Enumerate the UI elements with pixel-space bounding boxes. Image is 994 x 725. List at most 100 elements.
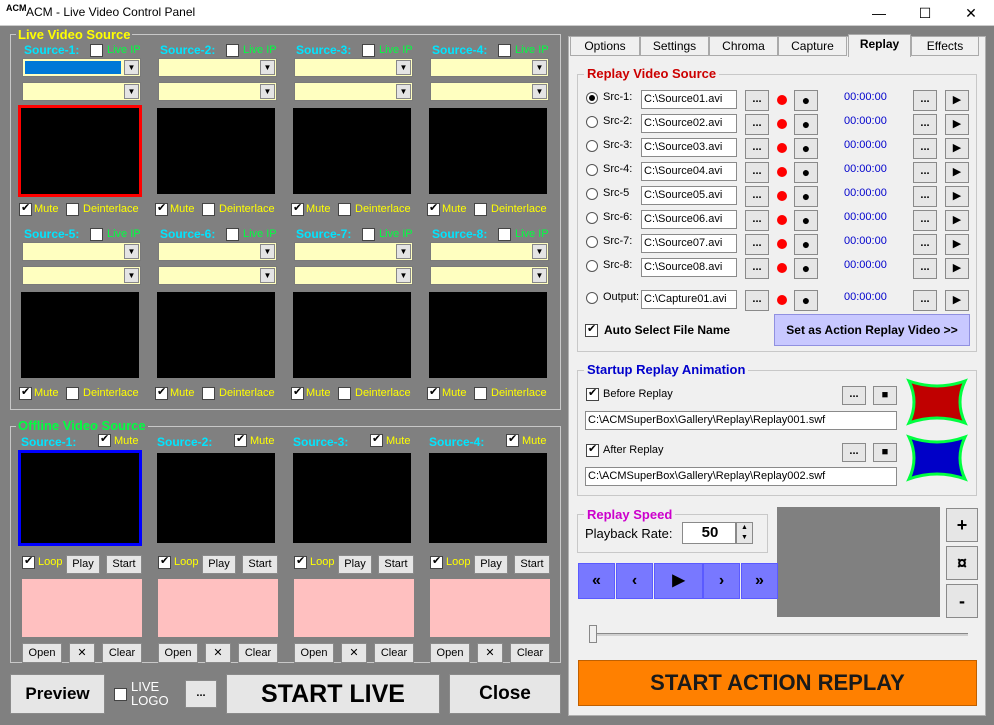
live-source-7-mute-checkbox[interactable] — [291, 387, 304, 400]
live-source-1-device-select[interactable]: ▼ — [22, 58, 141, 77]
live-source-4-device-select[interactable]: ▼ — [430, 58, 549, 77]
live-source-2-preview[interactable] — [154, 105, 278, 197]
tab-options[interactable]: Options — [570, 36, 640, 56]
offline-source-3-clear-button[interactable]: Clear — [374, 643, 414, 663]
replay-src-6-browse2-button[interactable]: ... — [913, 210, 937, 231]
replay-src-6-play-button[interactable]: ▶ — [945, 210, 969, 231]
offline-source-3-preview[interactable] — [290, 450, 414, 546]
offline-source-2-file-area[interactable] — [158, 579, 278, 637]
replay-src-3-browse-button[interactable]: ... — [745, 138, 769, 159]
reset-button[interactable]: ¤ — [946, 546, 978, 580]
live-source-2-mute-checkbox[interactable] — [155, 203, 168, 216]
replay-src-2-browse-button[interactable]: ... — [745, 114, 769, 135]
start-action-replay-button[interactable]: START ACTION REPLAY — [578, 660, 977, 706]
replay-src-5-browse-button[interactable]: ... — [745, 186, 769, 207]
replay-src-8-file[interactable]: C:\Source08.avi — [641, 258, 737, 277]
playback-rate-input[interactable]: 50 — [682, 522, 736, 544]
live-source-1-deinterlace-checkbox[interactable] — [66, 203, 79, 216]
replay-src-4-radio[interactable] — [586, 164, 598, 176]
replay-src-2-browse2-button[interactable]: ... — [913, 114, 937, 135]
live-source-2-deinterlace-checkbox[interactable] — [202, 203, 215, 216]
live-ip-8-checkbox[interactable] — [498, 228, 511, 241]
replay-src-1-browse-button[interactable]: ... — [745, 90, 769, 111]
offline-source-4-file-area[interactable] — [430, 579, 550, 637]
replay-src-output-browse2-button[interactable]: ... — [913, 290, 937, 311]
replay-src-2-record-button[interactable]: ● — [794, 114, 818, 135]
replay-position-thumb[interactable] — [589, 625, 597, 643]
live-source-6-mute-checkbox[interactable] — [155, 387, 168, 400]
offline-source-1-open-button[interactable]: Open — [22, 643, 62, 663]
replay-src-3-record-button[interactable]: ● — [794, 138, 818, 159]
after-replay-checkbox[interactable] — [586, 444, 599, 457]
live-source-1-format-select[interactable]: ▼ — [22, 82, 141, 101]
live-source-3-deinterlace-checkbox[interactable] — [338, 203, 351, 216]
offline-source-1-clear-button[interactable]: Clear — [102, 643, 142, 663]
replay-src-3-file[interactable]: C:\Source03.avi — [641, 138, 737, 157]
live-source-2-device-select[interactable]: ▼ — [158, 58, 277, 77]
tab-capture[interactable]: Capture — [778, 36, 847, 56]
before-browse-button[interactable]: ... — [842, 386, 866, 405]
live-source-8-preview[interactable] — [426, 289, 550, 381]
live-source-6-preview[interactable] — [154, 289, 278, 381]
preview-button[interactable]: Preview — [10, 674, 105, 714]
replay-src-6-file[interactable]: C:\Source06.avi — [641, 210, 737, 229]
offline-source-4-loop-checkbox[interactable] — [430, 556, 443, 569]
live-ip-7-checkbox[interactable] — [362, 228, 375, 241]
offline-source-4-play-button[interactable]: Play — [474, 555, 508, 574]
live-ip-6-checkbox[interactable] — [226, 228, 239, 241]
chevron-down-icon[interactable]: ▼ — [532, 84, 547, 99]
chevron-down-icon[interactable]: ▼ — [532, 60, 547, 75]
live-source-8-device-select[interactable]: ▼ — [430, 242, 549, 261]
replay-src-1-file[interactable]: C:\Source01.avi — [641, 90, 737, 109]
replay-src-5-radio[interactable] — [586, 188, 598, 200]
live-source-4-deinterlace-checkbox[interactable] — [474, 203, 487, 216]
live-source-6-device-select[interactable]: ▼ — [158, 242, 277, 261]
offline-source-3-mute-checkbox[interactable] — [370, 434, 383, 447]
chevron-down-icon[interactable]: ▼ — [124, 84, 139, 99]
live-ip-5-checkbox[interactable] — [90, 228, 103, 241]
live-source-6-format-select[interactable]: ▼ — [158, 266, 277, 285]
replay-src-6-browse-button[interactable]: ... — [745, 210, 769, 231]
replay-src-8-browse2-button[interactable]: ... — [913, 258, 937, 279]
offline-source-2-loop-checkbox[interactable] — [158, 556, 171, 569]
live-source-3-format-select[interactable]: ▼ — [294, 82, 413, 101]
live-logo-browse-button[interactable]: ... — [185, 680, 217, 708]
chevron-down-icon[interactable]: ▼ — [260, 60, 275, 75]
tab-replay[interactable]: Replay — [848, 34, 911, 57]
replay-src-5-play-button[interactable]: ▶ — [945, 186, 969, 207]
live-source-5-deinterlace-checkbox[interactable] — [66, 387, 79, 400]
live-source-6-deinterlace-checkbox[interactable] — [202, 387, 215, 400]
offline-source-1-start-button[interactable]: Start — [106, 555, 142, 574]
offline-source-2-remove-icon[interactable]: ✕ — [205, 643, 231, 663]
replay-src-4-record-button[interactable]: ● — [794, 162, 818, 183]
zoom-out-button[interactable]: - — [946, 584, 978, 618]
offline-source-3-open-button[interactable]: Open — [294, 643, 334, 663]
offline-source-2-clear-button[interactable]: Clear — [238, 643, 278, 663]
replay-src-5-file[interactable]: C:\Source05.avi — [641, 186, 737, 205]
set-action-replay-button[interactable]: Set as Action Replay Video >> — [774, 314, 970, 346]
chevron-down-icon[interactable]: ▼ — [260, 84, 275, 99]
offline-source-4-mute-checkbox[interactable] — [506, 434, 519, 447]
minimize-button[interactable]: — — [856, 0, 902, 26]
before-replay-checkbox[interactable] — [586, 388, 599, 401]
offline-source-4-open-button[interactable]: Open — [430, 643, 470, 663]
step-forward-button[interactable]: › — [703, 563, 740, 599]
replay-src-2-file[interactable]: C:\Source02.avi — [641, 114, 737, 133]
offline-source-3-loop-checkbox[interactable] — [294, 556, 307, 569]
chevron-down-icon[interactable]: ▼ — [124, 60, 139, 75]
replay-src-4-browse2-button[interactable]: ... — [913, 162, 937, 183]
offline-source-3-play-button[interactable]: Play — [338, 555, 372, 574]
offline-source-2-play-button[interactable]: Play — [202, 555, 236, 574]
chevron-down-icon[interactable]: ▼ — [396, 84, 411, 99]
live-source-4-mute-checkbox[interactable] — [427, 203, 440, 216]
step-back-button[interactable]: ‹ — [616, 563, 653, 599]
offline-source-1-remove-icon[interactable]: ✕ — [69, 643, 95, 663]
live-source-3-device-select[interactable]: ▼ — [294, 58, 413, 77]
offline-source-2-start-button[interactable]: Start — [242, 555, 278, 574]
live-source-8-mute-checkbox[interactable] — [427, 387, 440, 400]
replay-src-2-radio[interactable] — [586, 116, 598, 128]
close-button[interactable]: Close — [449, 674, 561, 714]
replay-src-1-radio[interactable] — [586, 92, 598, 104]
replay-src-7-browse2-button[interactable]: ... — [913, 234, 937, 255]
chevron-down-icon[interactable]: ▼ — [124, 268, 139, 283]
